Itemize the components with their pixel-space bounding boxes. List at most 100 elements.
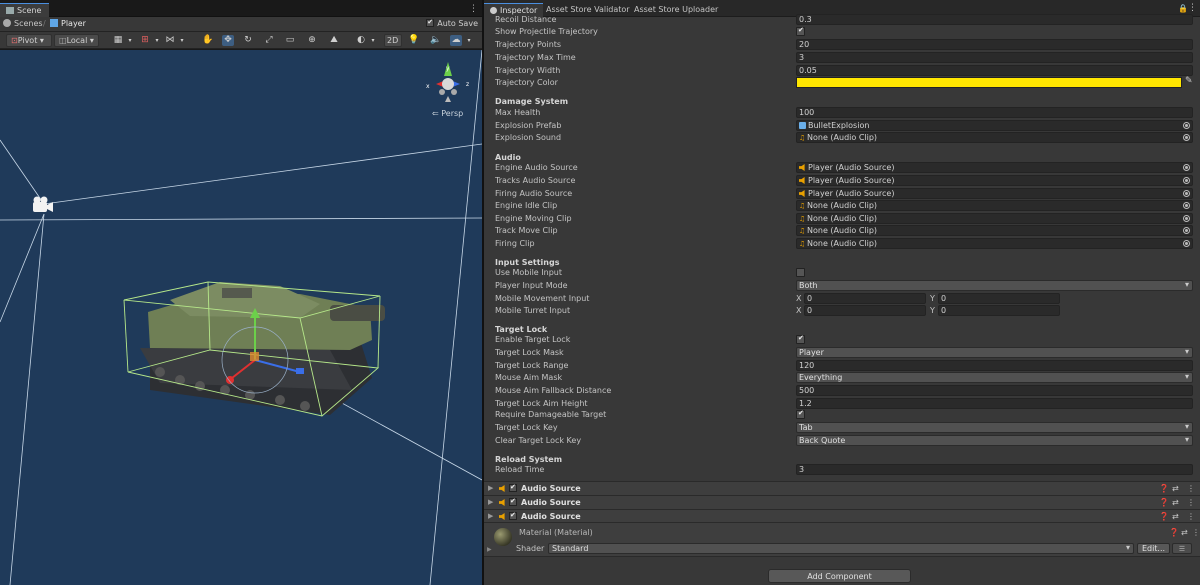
add-component-button[interactable]: Add Component: [768, 569, 911, 583]
lock-icon[interactable]: 🔒: [1178, 4, 1188, 13]
foldout-arrow-icon[interactable]: ▶: [487, 546, 492, 553]
object-picker-icon[interactable]: [1183, 215, 1190, 222]
hand-tool-icon[interactable]: ✋: [202, 35, 214, 46]
mouse-aim-mask-dropdown[interactable]: Everything: [796, 372, 1193, 383]
preset-icon[interactable]: ⇄: [1181, 528, 1188, 537]
shader-dropdown[interactable]: Standard: [548, 543, 1134, 554]
align-icon[interactable]: ⋈: [164, 35, 176, 46]
movement-y-field[interactable]: 0: [938, 293, 1060, 304]
component-header-audio-source[interactable]: ▶ Audio Source ❓⇄ ⋮: [484, 509, 1200, 523]
shader-edit-button[interactable]: Edit...: [1137, 543, 1170, 554]
grid-snap-icon[interactable]: ▦: [112, 35, 124, 46]
component-header-audio-source[interactable]: ▶ Audio Source ❓⇄ ⋮: [484, 495, 1200, 509]
autosave-toggle[interactable]: Auto Save: [426, 18, 478, 28]
help-icon[interactable]: ❓: [1159, 484, 1169, 493]
more-options-icon[interactable]: ⋮: [1187, 498, 1195, 507]
mouse-aim-fallback-field[interactable]: 500: [796, 385, 1193, 396]
help-icon[interactable]: ❓: [1169, 528, 1179, 537]
require-damageable-checkbox[interactable]: [796, 409, 805, 419]
dropdown-arrow-icon[interactable]: ▾: [124, 35, 136, 46]
object-picker-icon[interactable]: [1183, 134, 1190, 141]
object-picker-icon[interactable]: [1183, 240, 1190, 247]
trajectory-points-field[interactable]: 20: [796, 39, 1193, 50]
scene-viewport[interactable]: y x z ⇐ Persp: [0, 50, 482, 585]
target-lock-key-dropdown[interactable]: Tab: [796, 422, 1193, 433]
toggle-2d-button[interactable]: 2D: [384, 34, 402, 47]
more-options-icon[interactable]: ⋮: [1188, 3, 1197, 13]
tank-model[interactable]: [140, 282, 385, 415]
audio-object-field[interactable]: ♫ None (Audio Clip): [796, 238, 1193, 249]
turret-y-field[interactable]: 0: [938, 305, 1060, 316]
component-enabled-checkbox[interactable]: [509, 483, 517, 492]
max-health-field[interactable]: 100: [796, 107, 1193, 118]
local-dropdown[interactable]: ◫Local ▾: [54, 34, 99, 47]
eyedropper-icon[interactable]: ✎: [1185, 76, 1193, 86]
custom-tool-icon[interactable]: ⛰: [328, 35, 340, 46]
preset-icon[interactable]: ⇄: [1172, 484, 1179, 493]
recoil-distance-field[interactable]: 0.3: [796, 14, 1193, 25]
preset-icon[interactable]: ⇄: [1172, 512, 1179, 521]
object-picker-icon[interactable]: [1183, 164, 1190, 171]
object-picker-icon[interactable]: [1183, 122, 1190, 129]
audio-object-field[interactable]: ♫ None (Audio Clip): [796, 225, 1193, 236]
object-picker-icon[interactable]: [1183, 190, 1190, 197]
increment-snap-icon[interactable]: ⊞: [139, 35, 151, 46]
object-picker-icon[interactable]: [1183, 227, 1190, 234]
dropdown-arrow-icon[interactable]: ▾: [367, 35, 379, 46]
transform-tool-icon[interactable]: ⊕: [306, 35, 318, 46]
rect-tool-icon[interactable]: ▭: [284, 35, 296, 46]
breadcrumb-scenes[interactable]: Scenes: [3, 19, 43, 28]
dropdown-arrow-icon[interactable]: ▾: [463, 35, 475, 46]
trajectory-max-time-field[interactable]: 3: [796, 52, 1193, 63]
more-options-icon[interactable]: ⋮: [469, 4, 478, 14]
autosave-checkbox[interactable]: [426, 18, 435, 27]
help-icon[interactable]: ❓: [1159, 498, 1169, 507]
audio-object-field[interactable]: ♫ None (Audio Clip): [796, 200, 1193, 211]
explosion-prefab-field[interactable]: BulletExplosion: [796, 120, 1193, 131]
effects-icon[interactable]: ☁: [450, 35, 462, 46]
trajectory-width-field[interactable]: 0.05: [796, 65, 1193, 76]
clear-target-lock-key-dropdown[interactable]: Back Quote: [796, 435, 1193, 446]
more-options-icon[interactable]: ⋮: [1192, 528, 1200, 537]
shader-options-icon[interactable]: ☰: [1172, 543, 1192, 554]
pivot-dropdown[interactable]: ⊡Pivot ▾: [6, 34, 52, 47]
target-lock-aim-height-field[interactable]: 1.2: [796, 398, 1193, 409]
audio-object-field[interactable]: Player (Audio Source): [796, 188, 1193, 199]
tab-scene[interactable]: Scene: [0, 3, 50, 17]
turret-x-field[interactable]: 0: [804, 305, 926, 316]
enable-target-lock-checkbox[interactable]: [796, 334, 805, 344]
object-picker-icon[interactable]: [1183, 177, 1190, 184]
explosion-sound-field[interactable]: ♫ None (Audio Clip): [796, 132, 1193, 143]
orientation-gizmo-icon[interactable]: y x z: [422, 60, 474, 108]
lighting-icon[interactable]: 💡: [408, 35, 420, 46]
audio-object-field[interactable]: ♫ None (Audio Clip): [796, 213, 1193, 224]
scale-tool-icon[interactable]: ⤢: [263, 35, 275, 46]
trajectory-color-swatch[interactable]: [796, 77, 1182, 88]
preset-icon[interactable]: ⇄: [1172, 498, 1179, 507]
audio-object-field[interactable]: Player (Audio Source): [796, 175, 1193, 186]
foldout-arrow-icon[interactable]: ▶: [488, 512, 493, 520]
more-options-icon[interactable]: ⋮: [1187, 484, 1195, 493]
foldout-arrow-icon[interactable]: ▶: [488, 484, 493, 492]
target-lock-mask-dropdown[interactable]: Player: [796, 347, 1193, 358]
component-enabled-checkbox[interactable]: [509, 511, 517, 520]
dropdown-arrow-icon[interactable]: ▾: [176, 35, 188, 46]
show-trajectory-checkbox[interactable]: [796, 26, 805, 36]
movement-x-field[interactable]: 0: [804, 293, 926, 304]
audio-toggle-icon[interactable]: 🔈: [430, 35, 442, 46]
dropdown-arrow-icon[interactable]: ▾: [151, 35, 163, 46]
foldout-arrow-icon[interactable]: ▶: [488, 498, 493, 506]
audio-object-field[interactable]: Player (Audio Source): [796, 162, 1193, 173]
breadcrumb-player[interactable]: Player: [50, 19, 86, 28]
reload-time-field[interactable]: 3: [796, 464, 1193, 475]
draw-mode-icon[interactable]: ◐: [355, 35, 367, 46]
component-enabled-checkbox[interactable]: [509, 497, 517, 506]
help-icon[interactable]: ❓: [1159, 512, 1169, 521]
target-lock-range-field[interactable]: 120: [796, 360, 1193, 371]
use-mobile-input-checkbox[interactable]: [796, 268, 805, 277]
component-header-audio-source[interactable]: ▶ Audio Source ❓⇄ ⋮: [484, 481, 1200, 495]
camera-gizmo-icon[interactable]: [33, 196, 53, 213]
projection-toggle[interactable]: ⇐ Persp: [432, 109, 463, 118]
more-options-icon[interactable]: ⋮: [1187, 512, 1195, 521]
object-picker-icon[interactable]: [1183, 202, 1190, 209]
